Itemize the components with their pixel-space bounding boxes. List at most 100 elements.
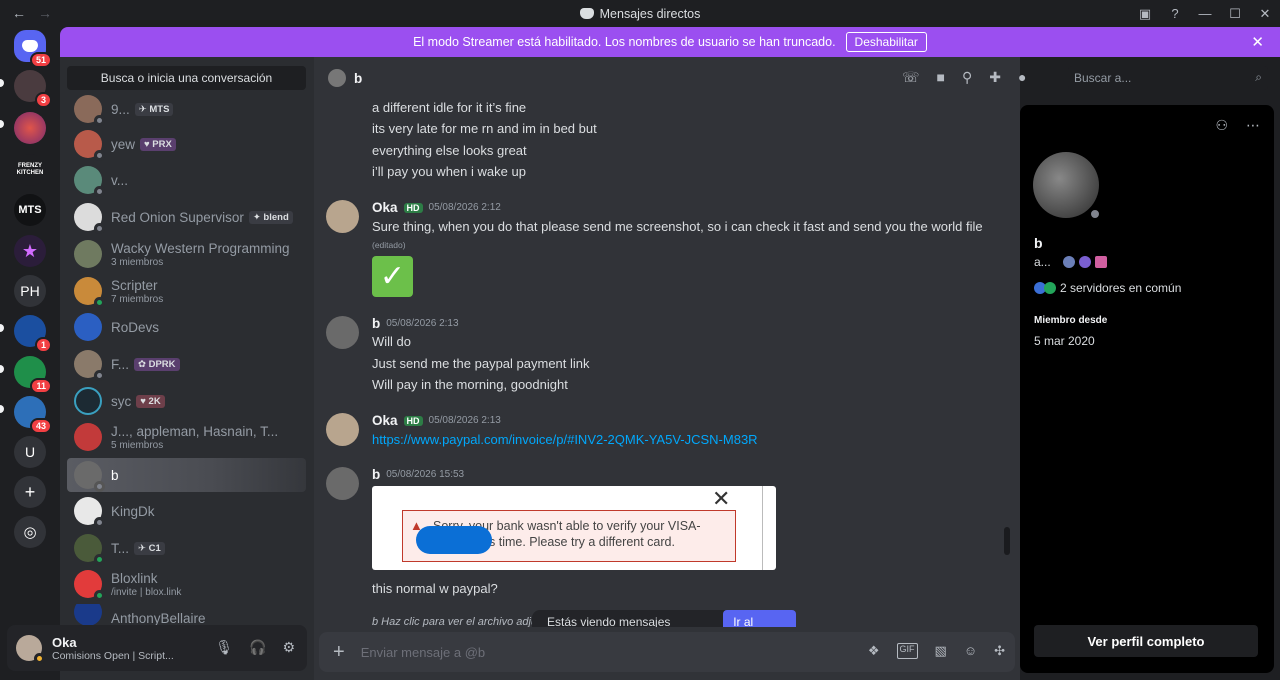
dm-item[interactable]: T... ✈ C1	[67, 531, 306, 565]
server-tag: ♥ 2K	[136, 394, 165, 408]
server-1[interactable]: 3	[14, 70, 52, 108]
profile-panel: ⚇ ⋯ b a... 2 servidores en común Miembro…	[1020, 105, 1274, 673]
status-indicator	[94, 590, 105, 601]
dm-item[interactable]: KingDk	[67, 494, 306, 528]
video-call-icon[interactable]: ■	[937, 69, 945, 86]
server-2[interactable]	[14, 112, 46, 144]
dm-name: yew	[111, 136, 136, 152]
window-title: Mensajes directos	[579, 6, 701, 21]
status-indicator	[94, 554, 105, 565]
timestamp: 05/08/2026 2:12	[428, 202, 501, 213]
dm-item[interactable]: F... ✿ DPRK	[67, 347, 306, 381]
server-star[interactable]: ★	[14, 235, 46, 267]
mutual-servers-text: 2 servidores en común	[1060, 281, 1182, 295]
server-frenzy-kitchen[interactable]: FRENZY KITCHEN	[14, 154, 46, 186]
dm-group-item[interactable]: Scripter 7 miembros	[67, 274, 306, 308]
add-server-icon[interactable]: +	[14, 476, 46, 508]
search-input[interactable]: Buscar a... ⌕	[1068, 66, 1268, 90]
window-title-text: Mensajes directos	[599, 6, 701, 21]
screenshot-attachment[interactable]: ✕ Sorry, your bank wasn't able to verify…	[372, 486, 776, 570]
dm-item-selected[interactable]: b	[67, 458, 306, 492]
add-friends-icon[interactable]: ✚	[989, 69, 1001, 86]
user-info[interactable]: Oka Comisions Open | Script...	[52, 635, 174, 662]
server-mts[interactable]: MTS	[14, 194, 46, 226]
jump-to-present-button[interactable]: Ir al actual	[723, 610, 796, 627]
server-tag: ✈ C1	[134, 541, 165, 555]
avatar[interactable]	[326, 413, 359, 446]
back-icon[interactable]: ←	[12, 5, 26, 21]
banner-text: El modo Streamer está habilitado. Los no…	[413, 35, 836, 49]
maximize-button[interactable]: ☐	[1220, 6, 1250, 22]
close-icon: ✕	[712, 486, 731, 511]
dm-item[interactable]: v...	[67, 163, 306, 197]
discover-icon[interactable]: ◎	[14, 516, 46, 548]
dm-name: Wacky Western Programming	[111, 240, 290, 256]
minimize-button[interactable]: —	[1190, 6, 1220, 21]
check-mark-emoji: ✓	[372, 256, 413, 297]
avatar[interactable]	[16, 635, 45, 664]
search-placeholder: Buscar a...	[1074, 71, 1132, 85]
close-window-button[interactable]: ✕	[1250, 6, 1280, 22]
dm-item[interactable]: syc ♥ 2K	[67, 384, 306, 418]
chat-area: b ☏ ■ ⚲ ✚ ● Buscar a... ⌕ a different id…	[314, 57, 1268, 680]
profile-avatar[interactable]	[1033, 152, 1103, 222]
microphone-icon[interactable]: 🎙	[215, 639, 233, 656]
close-icon[interactable]: ✕	[1251, 33, 1264, 51]
dm-search-button[interactable]: Busca o inicia una conversación	[67, 66, 306, 90]
server-8[interactable]: 11	[14, 356, 52, 394]
mutual-servers[interactable]: 2 servidores en común	[1034, 281, 1181, 295]
server-7[interactable]: 1	[14, 315, 52, 353]
dm-item[interactable]: 9... ✈ MTS	[67, 92, 306, 126]
message-composer[interactable]: + Enviar mensaje a @b ❖ GIF ▧ ☺ ✣	[319, 632, 1015, 672]
author-name[interactable]: b	[372, 467, 380, 482]
scrollbar-thumb[interactable]	[1004, 527, 1010, 555]
dm-item[interactable]: RoDevs	[67, 310, 306, 344]
dm-name: Red Onion Supervisor	[111, 209, 244, 225]
emoji-icon[interactable]: ☺	[964, 643, 977, 659]
avatar	[74, 130, 105, 161]
forward-icon[interactable]: →	[38, 5, 52, 21]
apps-icon[interactable]: ✣	[994, 643, 1005, 659]
dm-group-item[interactable]: J..., appleman, Hasnain, T... 5 miembros	[67, 420, 306, 454]
dm-group-item[interactable]: Wacky Western Programming 3 miembros	[67, 237, 306, 271]
avatar[interactable]	[326, 316, 359, 349]
user-profile-icon[interactable]: ●	[1018, 69, 1026, 86]
avatar	[74, 277, 105, 308]
search-icon: ⌕	[1255, 70, 1262, 84]
avatar[interactable]	[326, 200, 359, 233]
author-name[interactable]: b	[372, 316, 380, 331]
attachment-link[interactable]: b Haz clic para ver el archivo adjunto	[372, 616, 552, 627]
unread-pill	[0, 365, 4, 373]
more-options-icon[interactable]: ⋯	[1246, 117, 1260, 134]
add-friend-icon[interactable]: ⚇	[1215, 117, 1228, 134]
message-text: Sure thing, when you do that please send…	[372, 219, 983, 234]
streamer-mode-banner: El modo Streamer está habilitado. Los no…	[60, 27, 1280, 57]
dm-item[interactable]: Red Onion Supervisor ✦ blend	[67, 200, 306, 234]
server-ph[interactable]: PH	[14, 275, 46, 307]
dm-item[interactable]: Bloxlink/invite | blox.link	[67, 567, 306, 601]
dm-item[interactable]: yew ♥ PRX	[67, 127, 306, 161]
author-name[interactable]: Oka	[372, 413, 398, 428]
home-button[interactable]: 51	[14, 30, 52, 68]
help-icon[interactable]: ?	[1160, 6, 1190, 21]
gif-icon[interactable]: GIF	[896, 643, 918, 659]
server-9[interactable]: 43	[14, 396, 52, 434]
pin-icon[interactable]: ⚲	[962, 69, 972, 86]
attach-plus-icon[interactable]: +	[333, 641, 345, 664]
settings-icon[interactable]: ⚙	[282, 639, 295, 656]
badge-icon	[1078, 256, 1091, 268]
author-name[interactable]: Oka	[372, 200, 398, 215]
voice-call-icon[interactable]: ☏	[902, 69, 920, 86]
gift-icon[interactable]: ❖	[868, 643, 880, 659]
dm-item[interactable]: AnthonyBellaire	[67, 604, 306, 626]
server-u[interactable]: U	[14, 436, 46, 468]
message-text: i’ll pay you when i wake up	[372, 164, 526, 179]
paypal-invoice-link[interactable]: https://www.paypal.com/invoice/p/#INV2-2…	[372, 432, 758, 447]
disable-streamer-button[interactable]: Deshabilitar	[845, 32, 927, 52]
headset-icon[interactable]: 🎧	[249, 639, 266, 656]
view-full-profile-button[interactable]: Ver perfil completo	[1034, 625, 1258, 657]
sticker-icon[interactable]: ▧	[935, 643, 947, 659]
composer-placeholder: Enviar mensaje a @b	[360, 644, 486, 660]
inbox-icon[interactable]: ▣	[1130, 6, 1160, 22]
avatar[interactable]	[326, 467, 359, 500]
